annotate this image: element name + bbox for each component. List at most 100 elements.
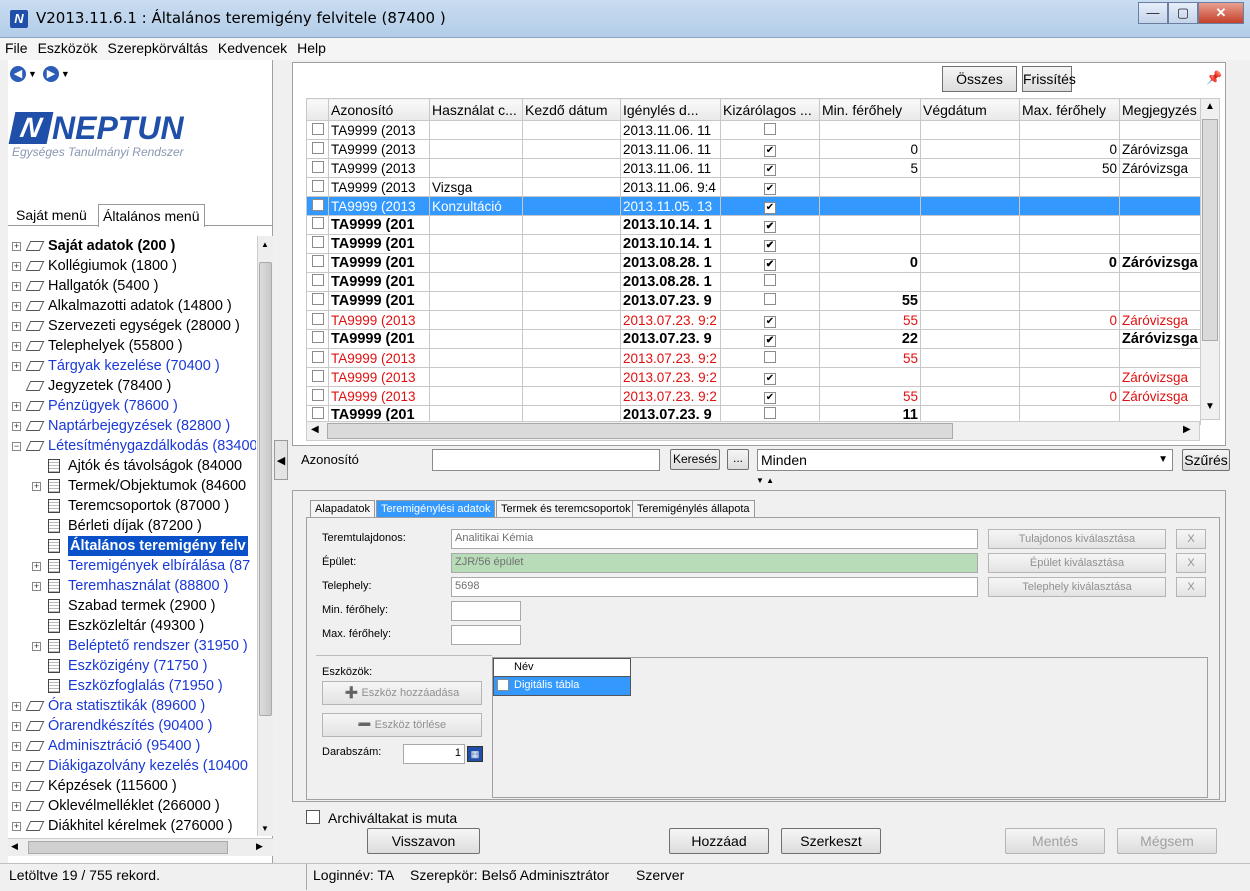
scroll-down-icon[interactable]: ▼	[1205, 401, 1215, 412]
row-select-cell[interactable]	[306, 196, 329, 216]
tree-hscroll-thumb[interactable]	[28, 841, 228, 854]
column-header[interactable]: Végdátum	[920, 98, 1020, 121]
table-row[interactable]: TA9999 (2013 Vizsga 2013.11.06. 9:4 ✔	[306, 177, 1201, 197]
refresh-button[interactable]: Frissítés	[1022, 66, 1076, 92]
expand-icon[interactable]: +	[12, 742, 21, 751]
delete-tool-button[interactable]: ➖ Eszköz törlése	[322, 713, 482, 737]
tree-item[interactable]: + Tárgyak kezelése (70400 )	[8, 356, 256, 376]
expand-icon[interactable]: +	[12, 282, 21, 291]
expand-icon[interactable]: +	[12, 722, 21, 731]
tree-item[interactable]: + Képzések (115600 )	[8, 776, 256, 796]
more-button[interactable]: ...	[727, 449, 749, 470]
expand-icon[interactable]: +	[12, 422, 21, 431]
row-select-cell[interactable]	[306, 272, 329, 292]
show-all-button[interactable]: Összes ada	[942, 66, 1017, 111]
column-header[interactable]: Kizárólagos ...	[720, 98, 820, 121]
tab-basic-data[interactable]: Alapadatok	[310, 500, 376, 518]
tree-item[interactable]: Általános teremigény felv	[8, 536, 256, 556]
scroll-right-icon[interactable]: ▶	[1183, 424, 1191, 435]
grid-scroll-thumb[interactable]	[1202, 119, 1218, 341]
chevron-down-icon[interactable]: ▼	[1158, 454, 1168, 465]
column-header[interactable]: Megjegyzés	[1119, 98, 1201, 121]
row-checkbox[interactable]	[311, 312, 324, 325]
edit-button[interactable]: Szerkeszt	[781, 828, 881, 854]
expand-icon[interactable]: +	[12, 322, 21, 331]
forward-icon[interactable]: ▶	[42, 66, 59, 82]
table-row[interactable]: TA9999 (2013 2013.07.23. 9:2 ✔ 55 0 Záróvizsg…	[306, 310, 1201, 330]
tools-row[interactable]: Digitális tábla	[494, 677, 630, 695]
back-icon[interactable]: ◀	[10, 66, 26, 82]
expand-icon[interactable]: +	[12, 342, 21, 351]
row-select-cell[interactable]	[306, 120, 329, 140]
table-row[interactable]: TA9999 (201 2013.10.14. 1 ✔	[306, 234, 1201, 254]
pin-icon[interactable]: 📌	[1206, 70, 1222, 86]
min-capacity-field[interactable]	[451, 601, 521, 621]
tree-item[interactable]: Szabad termek (2900 )	[8, 596, 256, 616]
row-checkbox[interactable]	[311, 122, 324, 135]
save-button[interactable]: Mentés	[1005, 828, 1105, 854]
archive-checkbox[interactable]	[306, 810, 320, 824]
grid-horizontal-scrollbar[interactable]: ◀ ▶	[306, 421, 1200, 441]
expand-icon[interactable]: +	[12, 402, 21, 411]
building-field[interactable]: ZJR/56 épület	[451, 553, 978, 573]
column-header[interactable]: Min. férőhely	[819, 98, 921, 121]
row-select-cell[interactable]	[306, 310, 329, 330]
expand-icon[interactable]: +	[12, 302, 21, 311]
row-select-cell[interactable]	[306, 386, 329, 406]
column-header[interactable]: Kezdő dátum	[522, 98, 621, 121]
tree-item[interactable]: + Kollégiumok (1800 )	[8, 256, 256, 276]
tab-request-status[interactable]: Teremigénylés állapota	[632, 500, 755, 518]
cancel-button[interactable]: Mégsem	[1117, 828, 1217, 854]
tree-item[interactable]: Jegyzetek (78400 )	[8, 376, 256, 396]
tree-scroll-thumb[interactable]	[259, 262, 272, 716]
tree-item[interactable]: Eszközigény (71750 )	[8, 656, 256, 676]
add-tool-button[interactable]: ➕ Eszköz hozzáadása	[322, 681, 482, 705]
tree-item[interactable]: Teremcsoportok (87000 )	[8, 496, 256, 516]
table-row[interactable]: TA9999 (2013 2013.07.23. 9:2 ✔ Záróvizsga	[306, 367, 1201, 387]
table-row[interactable]: TA9999 (2013 2013.11.06. 11 ✔ 5 50 Záróvizsga	[306, 158, 1201, 178]
row-checkbox[interactable]	[311, 217, 324, 229]
splitter-arrows-icon[interactable]: ▼ ▲	[738, 476, 792, 488]
column-header[interactable]: Azonosító	[328, 98, 430, 121]
expand-icon[interactable]: +	[32, 642, 41, 651]
table-row[interactable]: TA9999 (2013 2013.11.06. 11 ✔ 0 0 Záróvizsga	[306, 139, 1201, 159]
select-all-column[interactable]	[306, 98, 329, 121]
row-checkbox[interactable]	[311, 160, 324, 173]
owner-field[interactable]: Analitikai Kémia	[451, 529, 978, 549]
row-checkbox[interactable]	[311, 236, 324, 248]
expand-icon[interactable]: +	[12, 802, 21, 811]
row-select-cell[interactable]	[306, 234, 329, 254]
maximize-button[interactable]: ▢	[1168, 2, 1198, 24]
filter-button[interactable]: Szűrés	[1182, 449, 1230, 471]
row-checkbox[interactable]	[311, 274, 324, 286]
clear-site-button[interactable]: X	[1176, 577, 1206, 597]
tree-item[interactable]: + Órarendkészítés (90400 )	[8, 716, 256, 736]
scroll-up-icon[interactable]: ▲	[261, 240, 269, 249]
filter-select[interactable]: Minden ▼	[757, 449, 1173, 471]
clear-owner-button[interactable]: X	[1176, 529, 1206, 549]
expand-icon[interactable]: +	[12, 702, 21, 711]
tree-item[interactable]: + Óra statisztikák (89600 )	[8, 696, 256, 716]
scroll-right-icon[interactable]: ▶	[256, 841, 263, 852]
tree-item[interactable]: + Hallgatók (5400 )	[8, 276, 256, 296]
menu-tools[interactable]: Eszközök	[33, 38, 103, 58]
menu-file[interactable]: File	[0, 38, 33, 58]
row-checkbox[interactable]	[311, 350, 324, 363]
tree-horizontal-scrollbar[interactable]: ◀ ▶	[8, 838, 273, 856]
expand-icon[interactable]: +	[12, 242, 21, 251]
column-header[interactable]: Használat c...	[429, 98, 523, 121]
column-header[interactable]: Igénylés d...	[620, 98, 721, 121]
search-button[interactable]: Keresés	[670, 449, 720, 470]
row-checkbox[interactable]	[311, 198, 324, 211]
table-row[interactable]: TA9999 (2013 2013.07.23. 9:2 ✔ 55 0 Záróvizsg…	[306, 386, 1201, 406]
tree-item[interactable]: + Termek/Objektumok (84600	[8, 476, 256, 496]
tree-item[interactable]: + Naptárbejegyzések (82800 )	[8, 416, 256, 436]
tab-request-data[interactable]: Teremigénylési adatok	[376, 500, 496, 518]
table-row[interactable]: TA9999 (201 2013.07.23. 9 55	[306, 291, 1201, 311]
row-select-cell[interactable]	[306, 329, 329, 349]
grid-vertical-scrollbar[interactable]: ▲ ▼	[1200, 98, 1220, 420]
tree-item[interactable]: Eszközfoglalás (71950 )	[8, 676, 256, 696]
menu-favorites[interactable]: Kedvencek	[213, 38, 292, 58]
tree-item[interactable]: + Beléptető rendszer (31950 )	[8, 636, 256, 656]
row-checkbox[interactable]	[311, 141, 324, 154]
